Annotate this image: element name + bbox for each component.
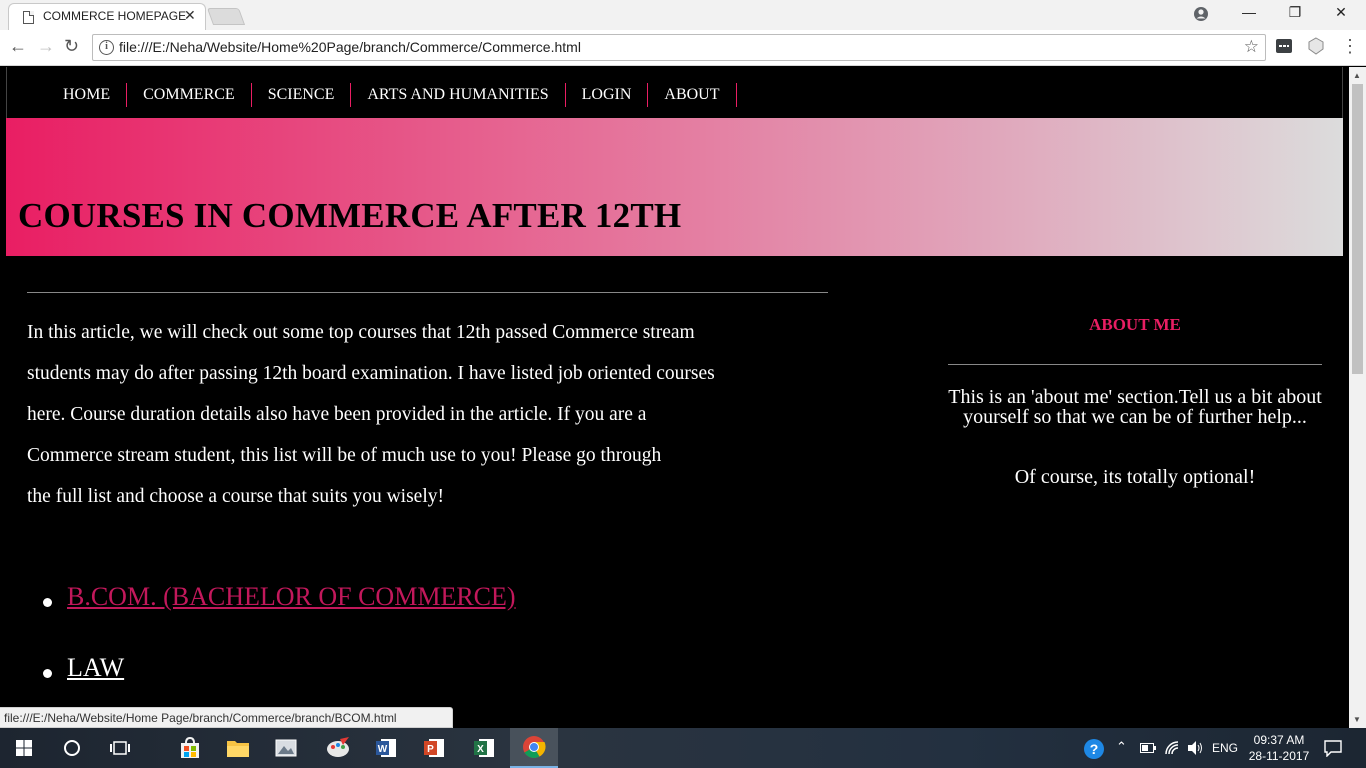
- course-list: B.COM. (BACHELOR OF COMMERCE) LAW: [40, 582, 516, 724]
- nav-home[interactable]: HOME: [47, 83, 128, 107]
- minimize-button[interactable]: —: [1226, 4, 1272, 20]
- profile-icon[interactable]: [1193, 6, 1209, 22]
- forward-arrow-icon[interactable]: →: [37, 36, 55, 57]
- paint-app[interactable]: [314, 728, 362, 768]
- sidebar-divider: [948, 364, 1322, 365]
- cortana-button[interactable]: [48, 728, 96, 768]
- powerpoint-icon: P: [424, 739, 444, 757]
- clock-time: 09:37 AM: [1253, 733, 1305, 747]
- article-line: Commerce stream student, this list will …: [27, 445, 662, 466]
- scroll-thumb[interactable]: [1352, 84, 1363, 374]
- store-icon: [181, 736, 199, 758]
- nav-science[interactable]: SCIENCE: [252, 83, 352, 107]
- browser-tab[interactable]: COMMERCE HOMEPAGE ✕: [8, 3, 206, 30]
- windows-taskbar: W P X ? ⌃ ENG 09:37 AM 28-11-2017: [0, 728, 1366, 768]
- excel-app[interactable]: X: [460, 728, 508, 768]
- extension-icon[interactable]: [1275, 37, 1293, 55]
- chrome-icon: [523, 736, 546, 758]
- store-app[interactable]: [166, 728, 214, 768]
- excel-icon: X: [474, 739, 494, 757]
- tab-title: COMMERCE HOMEPAGE: [43, 9, 187, 23]
- nav-commerce[interactable]: COMMERCE: [127, 83, 252, 107]
- sidebar-note: Of course, its totally optional!: [1014, 466, 1256, 488]
- article-line: students may do after passing 12th board…: [27, 363, 715, 384]
- close-window-button[interactable]: ✕: [1318, 4, 1364, 21]
- word-app[interactable]: W: [362, 728, 410, 768]
- task-view-icon: [110, 741, 130, 755]
- volume-icon[interactable]: [1187, 740, 1205, 756]
- url-text[interactable]: file:///E:/Neha/Website/Home%20Page/bran…: [119, 39, 581, 55]
- course-link-law[interactable]: LAW: [67, 653, 124, 682]
- address-bar[interactable]: i file:///E:/Neha/Website/Home%20Page/br…: [92, 34, 1266, 61]
- page-scrollbar[interactable]: ▲ ▼: [1349, 67, 1366, 728]
- pictures-app[interactable]: [262, 728, 310, 768]
- folder-icon: [227, 741, 249, 757]
- windows-logo-icon: [16, 740, 32, 756]
- wifi-icon[interactable]: [1164, 740, 1180, 756]
- article-line: the full list and choose a course that s…: [27, 486, 445, 507]
- help-icon[interactable]: ?: [1083, 738, 1105, 760]
- file-explorer-app[interactable]: [214, 728, 262, 768]
- powerpoint-app[interactable]: P: [410, 728, 458, 768]
- page-favicon-icon: [23, 11, 34, 24]
- scroll-down-arrow-icon[interactable]: ▼: [1353, 715, 1361, 724]
- start-button[interactable]: [0, 728, 48, 768]
- reload-icon[interactable]: ↻: [64, 36, 79, 57]
- chrome-app[interactable]: [510, 728, 558, 768]
- clock-date: 28-11-2017: [1248, 749, 1310, 763]
- svg-text:W: W: [378, 744, 388, 755]
- photo-viewer-icon: [275, 739, 297, 757]
- page-viewport: HOME COMMERCE SCIENCE ARTS AND HUMANITIE…: [0, 67, 1349, 728]
- battery-icon[interactable]: [1140, 743, 1156, 753]
- article-text: In this article, we will check out some …: [27, 320, 787, 525]
- article-line: here. Course duration details also have …: [27, 404, 647, 425]
- site-navbar: HOME COMMERCE SCIENCE ARTS AND HUMANITIE…: [6, 67, 1343, 119]
- bookmark-star-icon[interactable]: ☆: [1244, 37, 1259, 57]
- scroll-up-arrow-icon[interactable]: ▲: [1353, 71, 1361, 80]
- course-link-bcom[interactable]: B.COM. (BACHELOR OF COMMERCE): [67, 582, 516, 611]
- nav-arts-and-humanities[interactable]: ARTS AND HUMANITIES: [351, 83, 566, 107]
- word-icon: W: [376, 739, 396, 757]
- system-clock[interactable]: 09:37 AM 28-11-2017: [1244, 732, 1314, 764]
- tab-close-icon[interactable]: ✕: [184, 7, 196, 24]
- article-line: In this article, we will check out some …: [27, 322, 695, 343]
- svg-text:X: X: [477, 744, 484, 755]
- list-item: B.COM. (BACHELOR OF COMMERCE): [40, 582, 516, 653]
- show-hidden-icons-icon[interactable]: ⌃: [1116, 739, 1127, 755]
- link-status-bubble: file:///E:/Neha/Website/Home Page/branch…: [0, 707, 453, 728]
- svg-text:?: ?: [1090, 741, 1099, 757]
- browser-titlebar: COMMERCE HOMEPAGE ✕ — ❐ ✕: [0, 0, 1366, 30]
- new-tab-button[interactable]: [206, 8, 246, 25]
- task-view-button[interactable]: [96, 728, 144, 768]
- back-arrow-icon[interactable]: ←: [9, 36, 27, 57]
- nav-login[interactable]: LOGIN: [566, 83, 649, 107]
- page-banner: COURSES IN COMMERCE AFTER 12TH: [6, 118, 1343, 256]
- cortana-circle-icon: [64, 740, 80, 756]
- menu-kebab-icon[interactable]: ⋮: [1341, 36, 1359, 57]
- sidebar-text: This is an 'about me' section.Tell us a …: [948, 386, 1322, 428]
- action-center-icon[interactable]: [1324, 739, 1342, 757]
- language-indicator[interactable]: ENG: [1212, 741, 1238, 755]
- shield-extension-icon[interactable]: [1307, 37, 1325, 55]
- page-title: COURSES IN COMMERCE AFTER 12TH: [18, 196, 682, 235]
- info-icon[interactable]: i: [99, 40, 114, 55]
- browser-toolbar: ← → ↻ i file:///E:/Neha/Website/Home%20P…: [0, 30, 1366, 66]
- sidebar-title: ABOUT ME: [1089, 315, 1181, 334]
- paint-palette-icon: [327, 737, 349, 757]
- main-divider: [27, 292, 828, 293]
- svg-text:P: P: [427, 744, 434, 755]
- restore-button[interactable]: ❐: [1272, 4, 1318, 21]
- nav-about[interactable]: ABOUT: [648, 83, 737, 107]
